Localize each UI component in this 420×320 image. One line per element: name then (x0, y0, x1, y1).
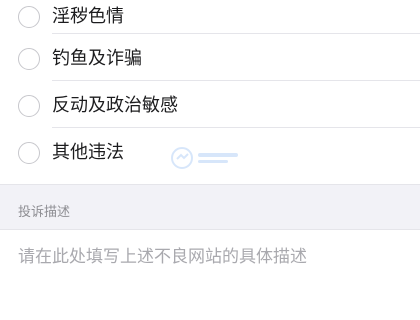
option-label: 其他违法 (52, 142, 124, 163)
option-reactionary-political[interactable]: 反动及政治敏感 (0, 81, 420, 128)
description-area (0, 230, 420, 320)
option-phishing-fraud[interactable]: 钓鱼及诈骗 (0, 34, 420, 81)
description-input[interactable] (18, 245, 408, 315)
radio-button[interactable] (18, 95, 40, 117)
radio-button[interactable] (18, 6, 40, 28)
watermark-logo-icon (171, 147, 238, 169)
option-pornography[interactable]: 淫秽色情 (0, 0, 420, 34)
report-form-screen: 淫秽色情 钓鱼及诈骗 反动及政治敏感 其他违法 投诉描述 (0, 0, 420, 320)
watermark-logo (170, 145, 244, 171)
option-label: 淫秽色情 (52, 6, 124, 27)
option-label: 钓鱼及诈骗 (52, 48, 142, 69)
option-label: 反动及政治敏感 (52, 95, 178, 116)
section-title: 投诉描述 (18, 205, 71, 220)
radio-button[interactable] (18, 48, 40, 70)
radio-button[interactable] (18, 142, 40, 164)
description-section-header: 投诉描述 (0, 184, 420, 230)
